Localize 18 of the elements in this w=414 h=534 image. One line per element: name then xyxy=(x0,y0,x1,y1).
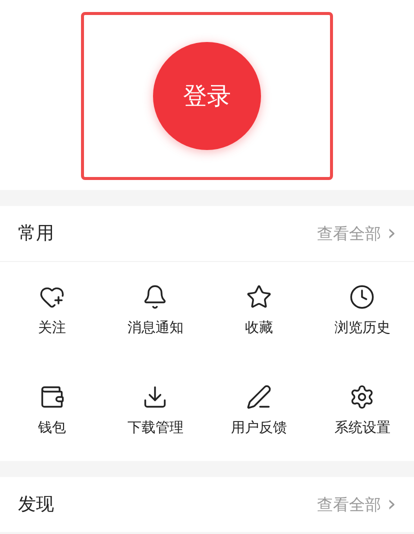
bell-icon xyxy=(142,284,168,310)
shortcut-item[interactable]: 收藏 xyxy=(207,262,310,362)
login-button[interactable]: 登录 xyxy=(153,42,261,150)
settings-icon xyxy=(349,384,376,410)
shortcut-item[interactable]: 用户反馈 xyxy=(207,362,310,461)
download-icon xyxy=(142,384,168,410)
pen-icon xyxy=(246,384,272,410)
shortcut-item[interactable]: 系统设置 xyxy=(310,362,414,461)
star-icon xyxy=(246,284,272,310)
wallet-icon xyxy=(38,384,65,410)
shortcut-item[interactable]: 钱包 xyxy=(0,362,104,461)
shortcut-item[interactable]: 浏览历史 xyxy=(310,262,414,362)
section-title: 常用 xyxy=(18,222,54,246)
shortcut-item[interactable]: 下载管理 xyxy=(104,362,207,461)
section-title: 发现 xyxy=(18,493,54,517)
clock-icon xyxy=(349,284,376,310)
shortcut-item[interactable]: 消息通知 xyxy=(104,262,207,362)
shortcut-item[interactable]: 关注 xyxy=(0,262,104,362)
